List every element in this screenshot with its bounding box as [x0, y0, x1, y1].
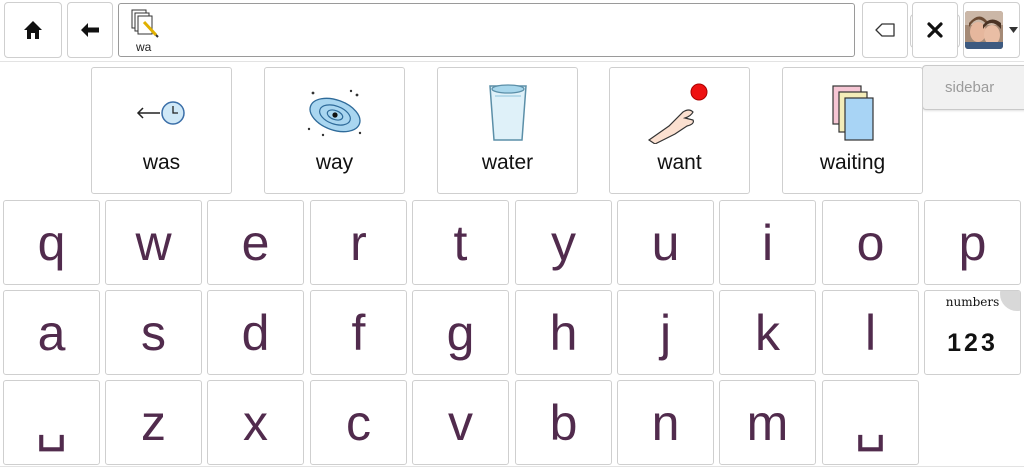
- prediction-label: waiting: [819, 151, 886, 174]
- prediction-label: way: [315, 151, 354, 174]
- key-v[interactable]: v: [412, 380, 509, 465]
- key-label: s: [141, 304, 166, 361]
- numbers-key[interactable]: numbers 123: [924, 290, 1021, 375]
- toolbar-divider: [0, 61, 1024, 62]
- galaxy-icon: [307, 89, 361, 137]
- caret-down-icon: [1009, 27, 1018, 33]
- sidebar-toggle[interactable]: sidebar: [922, 65, 1024, 110]
- key-m[interactable]: m: [719, 380, 816, 465]
- key-e[interactable]: e: [207, 200, 304, 285]
- prediction-label: water: [481, 151, 534, 174]
- numbers-digits: 123: [947, 329, 998, 357]
- key-label: k: [755, 304, 780, 361]
- prediction-way[interactable]: way: [264, 67, 405, 194]
- key-i[interactable]: i: [719, 200, 816, 285]
- key-label: i: [761, 214, 774, 271]
- stack-of-pages-icon: [831, 85, 874, 141]
- clock-arrow-icon: [136, 101, 185, 125]
- key-g[interactable]: g: [412, 290, 509, 375]
- prediction-water[interactable]: water: [437, 67, 578, 194]
- key-o[interactable]: o: [822, 200, 919, 285]
- key-k[interactable]: k: [719, 290, 816, 375]
- key-d[interactable]: d: [207, 290, 304, 375]
- back-button[interactable]: [67, 2, 113, 58]
- bottom-divider: [0, 466, 1024, 467]
- key-label: u: [651, 214, 680, 271]
- message-word: wa: [136, 40, 152, 54]
- key-label: t: [453, 214, 468, 271]
- message-bar[interactable]: wa: [118, 3, 960, 57]
- key-label: g: [446, 304, 475, 361]
- key-label: z: [141, 394, 166, 451]
- key-label: w: [135, 214, 172, 271]
- key-label: l: [864, 304, 877, 361]
- key-q[interactable]: q: [3, 200, 100, 285]
- key-u[interactable]: u: [617, 200, 714, 285]
- key-label: f: [351, 304, 366, 361]
- prediction-waiting[interactable]: waiting: [782, 67, 923, 194]
- glass-of-water-icon: [488, 84, 527, 141]
- key-label: p: [958, 214, 987, 271]
- key-label: a: [37, 304, 66, 361]
- key-r[interactable]: r: [310, 200, 407, 285]
- key-label: j: [659, 304, 672, 361]
- space-icon: ␣: [35, 394, 68, 451]
- key-label: v: [448, 394, 473, 451]
- key-label: b: [549, 394, 578, 451]
- sidebar-label: sidebar: [945, 79, 995, 96]
- key-label: h: [549, 304, 578, 361]
- clear-button[interactable]: [912, 2, 958, 58]
- key-n[interactable]: n: [617, 380, 714, 465]
- prediction-want[interactable]: want: [609, 67, 750, 194]
- prediction-label: was: [142, 151, 181, 174]
- key-label: c: [346, 394, 371, 451]
- key-label: q: [37, 214, 66, 271]
- key-j[interactable]: j: [617, 290, 714, 375]
- key-a[interactable]: a: [3, 290, 100, 375]
- key-label: n: [651, 394, 680, 451]
- key-label: r: [350, 214, 367, 271]
- key-y[interactable]: y: [515, 200, 612, 285]
- key-space-right[interactable]: ␣: [822, 380, 919, 465]
- key-x[interactable]: x: [207, 380, 304, 465]
- key-c[interactable]: c: [310, 380, 407, 465]
- backspace-icon: [875, 23, 895, 37]
- key-b[interactable]: b: [515, 380, 612, 465]
- key-f[interactable]: f: [310, 290, 407, 375]
- user-avatar: [965, 11, 1003, 49]
- space-icon: ␣: [854, 394, 887, 451]
- key-t[interactable]: t: [412, 200, 509, 285]
- user-menu-button[interactable]: [963, 2, 1020, 58]
- backspace-button[interactable]: [862, 2, 908, 58]
- key-label: x: [243, 394, 268, 451]
- write-pencil-icon: [131, 9, 159, 38]
- prediction-label: want: [657, 151, 702, 174]
- key-label: m: [746, 394, 789, 451]
- key-s[interactable]: s: [105, 290, 202, 375]
- key-l[interactable]: l: [822, 290, 919, 375]
- key-p[interactable]: p: [924, 200, 1021, 285]
- prediction-was[interactable]: was: [91, 67, 232, 194]
- arrow-left-icon: [81, 23, 99, 37]
- hand-reaching-icon: [647, 83, 707, 144]
- key-z[interactable]: z: [105, 380, 202, 465]
- key-w[interactable]: w: [105, 200, 202, 285]
- key-label: o: [856, 214, 885, 271]
- key-label: y: [551, 214, 576, 271]
- close-icon: [927, 22, 943, 38]
- key-label: d: [241, 304, 270, 361]
- key-space-left[interactable]: ␣: [3, 380, 100, 465]
- numbers-title: numbers: [945, 295, 1000, 309]
- home-button[interactable]: [4, 2, 62, 58]
- key-h[interactable]: h: [515, 290, 612, 375]
- home-icon: [24, 21, 42, 39]
- key-label: e: [241, 214, 270, 271]
